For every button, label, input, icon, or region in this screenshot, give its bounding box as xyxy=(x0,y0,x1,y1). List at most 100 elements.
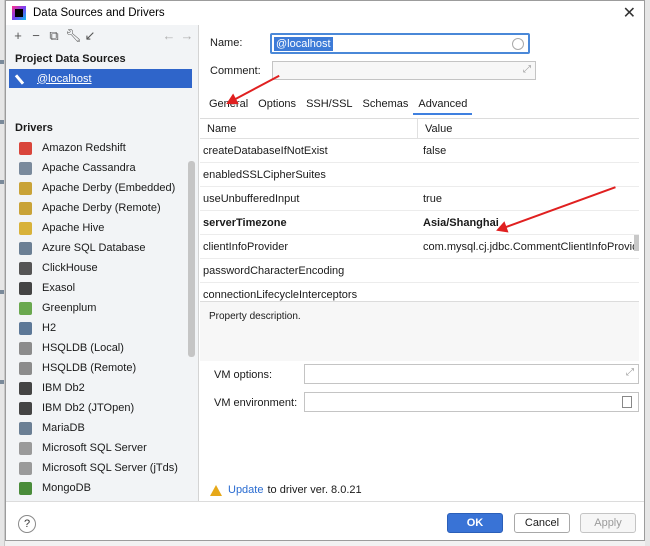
add-icon[interactable]: + xyxy=(11,28,25,44)
property-value[interactable] xyxy=(420,163,635,186)
table-row[interactable]: clientInfoProvider com.mysql.cj.jdbc.Comm… xyxy=(200,235,639,259)
tab-ssh-ssl[interactable]: SSH/SSL xyxy=(301,95,357,115)
driver-item[interactable]: Microsoft SQL Server (jTds) xyxy=(6,458,198,478)
data-source-localhost[interactable]: @localhost xyxy=(9,69,192,88)
driver-item[interactable]: HSQLDB (Remote) xyxy=(6,358,198,378)
tab-options[interactable]: Options xyxy=(253,95,301,115)
property-name: enabledSSLCipherSuites xyxy=(203,169,326,181)
properties-table: Name Value createDatabaseIfNotExist false… xyxy=(200,118,639,307)
driver-label: Greenplum xyxy=(42,302,97,314)
property-name: clientInfoProvider xyxy=(203,241,288,253)
name-label: Name: xyxy=(210,37,243,49)
table-body: createDatabaseIfNotExist false enabledSSLC… xyxy=(200,139,639,307)
help-button[interactable]: ? xyxy=(18,515,36,533)
property-value[interactable]: com.mysql.cj.jdbc.CommentClientInfoProvi… xyxy=(420,235,635,258)
background-ide-strip-right xyxy=(645,0,650,546)
hsqldb-icon xyxy=(19,361,32,375)
table-row[interactable]: createDatabaseIfNotExist false xyxy=(200,139,639,163)
title-bar: Data Sources and Drivers ✕ xyxy=(6,1,644,25)
cassandra-icon xyxy=(19,161,32,175)
tab-advanced[interactable]: Advanced xyxy=(413,95,473,115)
driver-item[interactable]: Apache Derby (Remote) xyxy=(6,198,198,218)
driver-item[interactable]: Azure SQL Database xyxy=(6,238,198,258)
name-value: @localhost xyxy=(274,37,333,51)
driver-item[interactable]: ClickHouse xyxy=(6,258,198,278)
property-name: passwordCharacterEncoding xyxy=(203,265,345,277)
table-row[interactable]: passwordCharacterEncoding xyxy=(200,259,639,283)
window-title: Data Sources and Drivers xyxy=(33,7,165,19)
drivers-heading: Drivers xyxy=(15,122,53,134)
property-description: Property description. xyxy=(200,301,639,361)
property-value[interactable]: false xyxy=(420,139,635,162)
db2-icon xyxy=(19,401,32,415)
driver-label: Apache Derby (Remote) xyxy=(42,202,161,214)
property-value[interactable]: Asia/Shanghai xyxy=(420,211,635,234)
derby-icon xyxy=(19,201,32,215)
comment-input[interactable]: ⤢ xyxy=(272,61,536,80)
back-arrow-icon[interactable]: ← xyxy=(162,28,176,44)
update-link[interactable]: Update xyxy=(228,484,263,496)
mongodb-icon xyxy=(19,481,32,495)
driver-item[interactable]: Apache Cassandra xyxy=(6,158,198,178)
table-row[interactable]: enabledSSLCipherSuites xyxy=(200,163,639,187)
table-scrollbar[interactable] xyxy=(634,235,639,251)
driver-item[interactable]: Amazon Redshift xyxy=(6,138,198,158)
vm-options-input[interactable]: ⤢ xyxy=(304,364,639,384)
clickhouse-icon xyxy=(19,261,32,275)
driver-item[interactable]: Microsoft SQL Server xyxy=(6,438,198,458)
driver-item[interactable]: H2 xyxy=(6,318,198,338)
ok-button[interactable]: OK xyxy=(447,513,503,533)
color-circle-icon[interactable] xyxy=(512,38,524,50)
driver-label: IBM Db2 (JTOpen) xyxy=(42,402,135,414)
driver-item[interactable]: HSQLDB (Local) xyxy=(6,338,198,358)
driver-item[interactable]: Exasol xyxy=(6,278,198,298)
driver-item[interactable]: Apache Hive xyxy=(6,218,198,238)
name-input[interactable]: @localhost xyxy=(270,33,530,54)
exasol-icon xyxy=(19,281,32,295)
column-header-name[interactable]: Name xyxy=(200,119,418,138)
expand-icon[interactable]: ⤢ xyxy=(626,367,634,378)
vm-environment-label: VM environment: xyxy=(214,397,298,409)
forward-arrow-icon[interactable]: → xyxy=(180,28,194,44)
property-name: useUnbufferedInput xyxy=(203,193,300,205)
close-icon[interactable]: ✕ xyxy=(623,3,636,23)
driver-item[interactable]: Greenplum xyxy=(6,298,198,318)
column-header-value[interactable]: Value xyxy=(418,119,452,138)
duplicate-icon[interactable]: ⧉ xyxy=(47,28,61,44)
mariadb-icon xyxy=(19,421,32,435)
driver-label: H2 xyxy=(42,322,57,334)
vm-environment-input[interactable] xyxy=(304,392,639,412)
property-name: createDatabaseIfNotExist xyxy=(203,145,328,157)
tab-schemas[interactable]: Schemas xyxy=(358,95,414,115)
driver-label: Microsoft SQL Server xyxy=(42,442,147,454)
driver-label: Apache Cassandra xyxy=(42,162,136,174)
property-value[interactable] xyxy=(420,259,635,282)
driver-label: MariaDB xyxy=(42,422,85,434)
make-global-icon[interactable]: ↙ xyxy=(83,28,97,44)
driver-item[interactable]: Apache Derby (Embedded) xyxy=(6,178,198,198)
document-icon[interactable] xyxy=(622,396,632,408)
sqlserver-icon xyxy=(19,441,32,455)
driver-label: Apache Hive xyxy=(42,222,105,234)
azure-icon xyxy=(19,241,32,255)
wrench-icon[interactable]: 🔧︎ xyxy=(65,28,82,44)
driver-item[interactable]: MongoDB xyxy=(6,478,198,498)
sqlserver-icon xyxy=(19,461,32,475)
table-row[interactable]: serverTimezone Asia/Shanghai xyxy=(200,211,639,235)
expand-icon[interactable]: ⤢ xyxy=(523,64,531,75)
driver-label: HSQLDB (Local) xyxy=(42,342,124,354)
remove-icon[interactable]: − xyxy=(29,28,43,44)
greenplum-icon xyxy=(19,301,32,315)
driver-item[interactable]: MariaDB xyxy=(6,418,198,438)
driver-label: Amazon Redshift xyxy=(42,142,126,154)
table-row[interactable]: useUnbufferedInput true xyxy=(200,187,639,211)
vm-options-label: VM options: xyxy=(214,369,273,381)
left-scrollbar[interactable] xyxy=(188,161,195,357)
data-sources-dialog: Data Sources and Drivers ✕ + − ⧉ 🔧︎ ↙ ← … xyxy=(5,0,645,541)
cancel-button[interactable]: Cancel xyxy=(514,513,570,533)
driver-item[interactable]: IBM Db2 (JTOpen) xyxy=(6,398,198,418)
data-source-label: @localhost xyxy=(37,72,92,85)
apply-button[interactable]: Apply xyxy=(580,513,636,533)
comment-label: Comment: xyxy=(210,65,261,77)
driver-item[interactable]: IBM Db2 xyxy=(6,378,198,398)
